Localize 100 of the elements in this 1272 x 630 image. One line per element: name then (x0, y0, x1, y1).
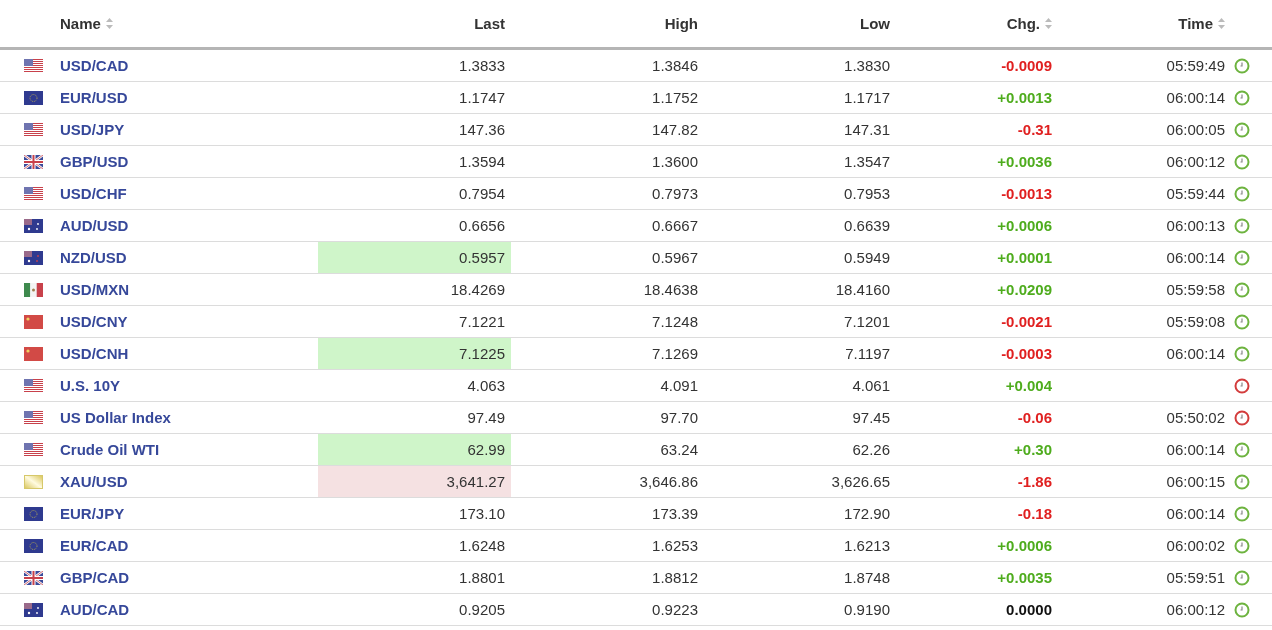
instrument-link[interactable]: EUR/CAD (50, 530, 318, 561)
low-price-cell-text: 1.3830 (843, 56, 891, 76)
last-price-cell-text: 1.3594 (458, 152, 506, 172)
high-price-cell-text: 3,646.86 (638, 472, 699, 492)
instrument-link[interactable]: USD/CNH (50, 338, 318, 369)
change-cell-text: -0.0021 (1000, 312, 1053, 332)
time-cell-text: 05:59:51 (1165, 568, 1226, 588)
low-price-cell-text: 97.45 (851, 408, 891, 428)
instrument-link[interactable]: EUR/JPY (50, 498, 318, 529)
column-header[interactable]: Chg. (1006, 15, 1052, 32)
time-cell-text: 06:00:12 (1165, 600, 1226, 620)
flag-icon (24, 570, 43, 585)
high-price-cell-text: 1.3846 (651, 56, 699, 76)
instrument-link[interactable]: AUD/USD (50, 210, 318, 241)
flag-icon (24, 506, 43, 521)
column-header: Last (474, 15, 505, 32)
instrument-link[interactable]: US Dollar Index (50, 402, 318, 433)
time-cell-text: 06:00:14 (1165, 248, 1226, 268)
high-price-cell-text: 4.091 (659, 376, 699, 396)
change-cell-text: -0.0003 (1000, 344, 1053, 364)
change-cell-text: -0.31 (1016, 120, 1053, 140)
high-price-cell-text: 7.1269 (651, 344, 699, 364)
time-cell-text: 06:00:14 (1165, 504, 1226, 524)
flag-icon (24, 186, 43, 201)
flag-icon (24, 154, 43, 169)
flag-icon (24, 538, 43, 553)
flag-icon (24, 282, 43, 297)
time-cell-text: 05:50:02 (1165, 408, 1226, 428)
instrument-link[interactable]: GBP/USD (50, 146, 318, 177)
column-header[interactable]: Time (1178, 15, 1225, 32)
last-price-cell: 62.99 (318, 434, 511, 465)
last-price-cell: 7.1225 (318, 338, 511, 369)
change-cell-text: +0.0001 (996, 248, 1053, 268)
low-price-cell-text: 0.7953 (843, 184, 891, 204)
flag-icon (24, 58, 43, 73)
instrument-link[interactable]: USD/JPY (50, 114, 318, 145)
low-price-cell-text: 1.6213 (843, 536, 891, 556)
last-price-cell-text: 1.8801 (458, 568, 506, 588)
low-price-cell-text: 172.90 (843, 504, 891, 524)
flag-icon (24, 410, 43, 425)
instrument-link[interactable]: GBP/CAD (50, 562, 318, 593)
change-cell-text: +0.004 (1004, 376, 1053, 396)
last-price-cell-text: 1.3833 (458, 56, 506, 76)
last-price-cell-text: 0.9205 (458, 600, 506, 620)
change-cell-text: +0.0209 (996, 280, 1053, 300)
sort-icon[interactable] (105, 18, 113, 29)
instrument-link[interactable]: Crude Oil WTI (50, 434, 318, 465)
time-cell-text: 06:00:13 (1165, 216, 1226, 236)
change-cell-text: 0.0000 (1005, 600, 1053, 620)
high-price-cell-text: 173.39 (651, 504, 699, 524)
instrument-link[interactable]: XAU/USD (50, 466, 318, 497)
low-price-cell-text: 7.1197 (844, 344, 891, 364)
column-header: High (664, 15, 698, 32)
instrument-link[interactable]: USD/MXN (50, 274, 318, 305)
time-cell-text: 06:00:12 (1165, 152, 1226, 172)
last-price-cell-text: 0.7954 (458, 184, 506, 204)
last-price-cell-text: 173.10 (458, 504, 506, 524)
last-price-cell-text: 97.49 (466, 408, 506, 428)
change-cell-text: +0.0006 (996, 536, 1053, 556)
low-price-cell-text: 1.1717 (843, 88, 891, 108)
time-cell-text: 06:00:05 (1165, 120, 1226, 140)
last-price-cell-text: 18.4269 (449, 280, 506, 300)
last-price-cell-text: 0.6656 (458, 216, 506, 236)
time-cell-text: 06:00:14 (1165, 440, 1226, 460)
high-price-cell-text: 0.6667 (651, 216, 699, 236)
sort-icon[interactable] (1045, 18, 1052, 29)
flag-icon (24, 474, 43, 489)
time-cell-text: 06:00:15 (1165, 472, 1226, 492)
high-price-cell-text: 97.70 (659, 408, 699, 428)
instrument-link[interactable]: EUR/USD (50, 82, 318, 113)
last-price-cell-text: 1.6248 (458, 536, 506, 556)
instrument-link[interactable]: USD/CHF (50, 178, 318, 209)
instrument-link[interactable]: U.S. 10Y (50, 370, 318, 401)
change-cell-text: +0.0006 (996, 216, 1053, 236)
instrument-link[interactable]: USD/CAD (50, 50, 318, 81)
low-price-cell-text: 0.6639 (843, 216, 891, 236)
instrument-link[interactable]: NZD/USD (50, 242, 318, 273)
low-price-cell-text: 3,626.65 (830, 472, 891, 492)
change-cell-text: +0.30 (1013, 440, 1053, 460)
time-cell-text: 05:59:49 (1165, 56, 1226, 76)
low-price-cell-text: 0.9190 (843, 600, 891, 620)
last-price-cell-text: 4.063 (466, 376, 506, 396)
sort-icon[interactable] (1218, 18, 1225, 29)
last-price-cell: 3,641.27 (318, 466, 511, 497)
high-price-cell-text: 7.1248 (651, 312, 699, 332)
high-price-cell-text: 0.7973 (651, 184, 699, 204)
time-cell-text: 06:00:02 (1165, 536, 1226, 556)
high-price-cell-text: 147.82 (651, 120, 699, 140)
high-price-cell-text: 0.5967 (651, 248, 699, 268)
flag-icon (24, 602, 43, 617)
column-header[interactable]: Name (60, 15, 113, 32)
change-cell-text: +0.0013 (996, 88, 1053, 108)
low-price-cell-text: 62.26 (851, 440, 891, 460)
high-price-cell-text: 1.1752 (651, 88, 699, 108)
low-price-cell-text: 0.5949 (843, 248, 891, 268)
instrument-link[interactable]: AUD/CAD (50, 594, 318, 625)
instrument-link[interactable]: USD/CNY (50, 306, 318, 337)
flag-icon (24, 218, 43, 233)
change-cell-text: -0.0009 (1000, 56, 1053, 76)
time-cell-text: 06:00:14 (1165, 88, 1226, 108)
